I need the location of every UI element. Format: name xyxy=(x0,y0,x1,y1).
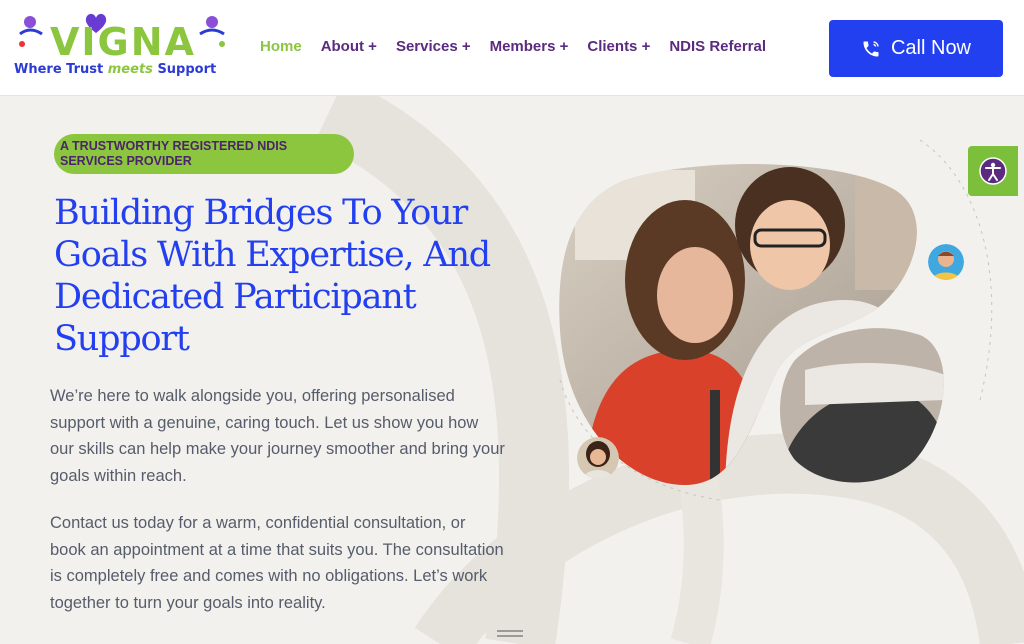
main-nav: Home About + Services + Members + Client… xyxy=(260,38,785,55)
call-now-button[interactable]: Call Now xyxy=(829,20,1003,77)
scroll-handle[interactable] xyxy=(497,630,523,638)
avatar-man xyxy=(928,244,964,280)
tagline-right: Support xyxy=(157,62,217,77)
page: VIGNA Where Trust meets Support Home Abo… xyxy=(0,0,1024,644)
tagline-left: Where Trust xyxy=(14,62,104,77)
logo-figure-right-icon xyxy=(199,16,225,47)
site-header: VIGNA Where Trust meets Support Home Abo… xyxy=(0,0,1024,96)
nav-ndis-referral[interactable]: NDIS Referral xyxy=(669,38,766,55)
logo-figure-left-icon xyxy=(19,16,43,47)
nav-about[interactable]: About + xyxy=(321,38,377,55)
nav-clients[interactable]: Clients + xyxy=(587,38,650,55)
hero-paragraph-1: We’re here to walk alongside you, offeri… xyxy=(50,387,505,485)
accessibility-button[interactable] xyxy=(968,146,1018,196)
call-now-label: Call Now xyxy=(890,37,972,59)
nav-home[interactable]: Home xyxy=(260,38,302,55)
provider-badge: A TRUSTWORTHY REGISTERED NDIS SERVICES P… xyxy=(54,134,354,174)
logo-tagline: Where Trust meets Support xyxy=(14,62,216,77)
accessibility-icon xyxy=(979,157,1007,185)
hero-paragraph-2: Contact us today for a warm, confidentia… xyxy=(50,514,504,612)
tagline-mid: meets xyxy=(107,62,153,77)
logo-word: VIGNA xyxy=(50,20,196,64)
avatar-child xyxy=(577,437,619,479)
phone-icon xyxy=(863,40,879,56)
provider-badge-text: A TRUSTWORTHY REGISTERED NDIS SERVICES P… xyxy=(60,139,288,168)
site-logo[interactable]: VIGNA Where Trust meets Support xyxy=(14,12,230,84)
nav-services[interactable]: Services + xyxy=(396,38,471,55)
hero-title: Building Bridges To Your Goals With Expe… xyxy=(54,193,491,359)
nav-members[interactable]: Members + xyxy=(490,38,569,55)
